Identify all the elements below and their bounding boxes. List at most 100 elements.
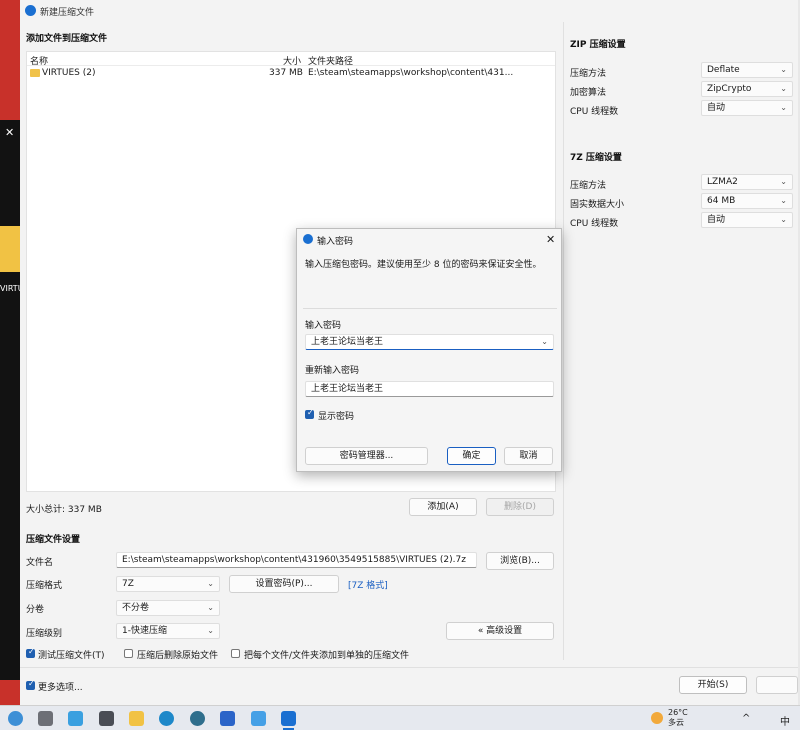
zip-threads-value: 自动 <box>707 103 726 113</box>
app-icon[interactable] <box>190 711 205 726</box>
chevron-down-icon: ⌄ <box>780 215 787 224</box>
test-archive-checkbox[interactable] <box>26 647 35 658</box>
sevenz-method-label: 压缩方法 <box>570 181 607 191</box>
cancel-button-main[interactable] <box>756 676 798 694</box>
widgets-icon[interactable] <box>8 711 23 726</box>
show-password-label: 显示密码 <box>318 412 355 422</box>
level-value: 1-快速压缩 <box>122 626 167 636</box>
sevenz-method-value: LZMA2 <box>707 177 738 187</box>
remove-button[interactable]: 删除(D) <box>486 498 554 516</box>
sevenz-solid-select[interactable]: 64 MB ⌄ <box>701 193 793 209</box>
cancel-button[interactable]: 取消 <box>504 447 553 465</box>
repeat-password-input[interactable]: 上老王论坛当老王 <box>305 381 554 397</box>
browse-button[interactable]: 浏览(B)... <box>486 552 554 570</box>
level-label: 压缩级别 <box>26 629 63 639</box>
set-password-button[interactable]: 设置密码(P)... <box>229 575 339 593</box>
ok-button[interactable]: 确定 <box>447 447 496 465</box>
title-bar: 新建压缩文件 <box>20 0 798 22</box>
format-select[interactable]: 7Z ⌄ <box>116 576 220 592</box>
repeat-password-label: 重新输入密码 <box>305 366 360 376</box>
folder-icon <box>30 69 40 77</box>
close-icon: ✕ <box>5 126 15 139</box>
app-icon[interactable] <box>68 711 83 726</box>
file-size: 337 MB <box>269 68 303 78</box>
close-icon[interactable]: ✕ <box>546 233 555 246</box>
keyboard-icon[interactable] <box>38 711 53 726</box>
app-logo-icon <box>25 5 36 16</box>
sevenz-method-select[interactable]: LZMA2 ⌄ <box>701 174 793 190</box>
weather-condition: 多云 <box>668 718 684 727</box>
file-section-title: 添加文件到压缩文件 <box>26 34 108 44</box>
file-path: E:\steam\steamapps\workshop\content\431.… <box>308 68 514 78</box>
separate-archives-checkbox[interactable] <box>231 649 240 658</box>
password-input[interactable]: 上老王论坛当老王 ⌄ <box>305 334 554 350</box>
delete-after-checkbox[interactable] <box>124 649 133 658</box>
zip-method-label: 压缩方法 <box>570 69 607 79</box>
format-link[interactable]: [7Z 格式] <box>348 578 388 591</box>
sevenz-solid-value: 64 MB <box>707 196 736 206</box>
file-list-header: 名称 大小 文件夹路径 <box>27 52 555 67</box>
zip-method-value: Deflate <box>707 65 740 75</box>
show-password-checkbox[interactable] <box>305 408 314 419</box>
tray-chevron-icon[interactable]: ^ <box>742 713 750 724</box>
format-value: 7Z <box>122 579 134 589</box>
chevron-down-icon: ⌄ <box>207 579 214 588</box>
sevenz-threads-label: CPU 线程数 <box>570 219 619 229</box>
weather-icon <box>651 712 663 724</box>
chevron-down-icon: ⌄ <box>780 103 787 112</box>
split-select[interactable]: 不分卷 ⌄ <box>116 600 220 616</box>
more-options-label: 更多选项... <box>38 683 83 693</box>
separate-archives-label: 把每个文件/文件夹添加到单独的压缩文件 <box>244 651 410 661</box>
file-explorer-icon[interactable] <box>129 711 144 726</box>
edge-icon[interactable] <box>159 711 174 726</box>
window-title: 新建压缩文件 <box>40 8 95 18</box>
zip-encrypt-select[interactable]: ZipCrypto ⌄ <box>701 81 793 97</box>
footer-divider <box>20 667 798 668</box>
delete-after-label: 压缩后删除原始文件 <box>137 651 219 661</box>
desktop-folder-icon[interactable] <box>0 226 20 272</box>
settings-title: 压缩文件设置 <box>26 535 81 545</box>
chevron-down-icon: ⌄ <box>207 626 214 635</box>
format-label: 压缩格式 <box>26 581 63 591</box>
compressor-taskbar-icon[interactable] <box>281 711 296 726</box>
zip-settings-title: ZIP 压缩设置 <box>570 40 626 50</box>
filename-input[interactable]: E:\steam\steamapps\workshop\content\4319… <box>116 552 477 568</box>
dialog-divider <box>303 308 557 309</box>
ime-indicator[interactable]: 中 <box>780 713 790 728</box>
dialog-title: 输入密码 <box>317 237 354 247</box>
desktop-panel <box>0 120 20 680</box>
password-manager-button[interactable]: 密码管理器... <box>305 447 428 465</box>
zip-encrypt-label: 加密算法 <box>570 88 607 98</box>
sevenz-settings-title: 7Z 压缩设置 <box>570 153 622 163</box>
dialog-logo-icon <box>303 234 313 244</box>
zip-threads-select[interactable]: 自动 ⌄ <box>701 100 793 116</box>
chevron-down-icon: ⌄ <box>207 603 214 612</box>
password-label: 输入密码 <box>305 321 342 331</box>
total-size: 大小总计: 337 MB <box>26 505 102 515</box>
sevenz-threads-select[interactable]: 自动 ⌄ <box>701 212 793 228</box>
chevron-down-icon[interactable]: ⌄ <box>541 337 548 347</box>
chevron-down-icon: ⌄ <box>780 84 787 93</box>
start-button[interactable]: 开始(S) <box>679 676 747 694</box>
chevron-down-icon: ⌄ <box>780 177 787 186</box>
zip-encrypt-value: ZipCrypto <box>707 84 752 94</box>
taskbar: 26°C 多云 ^ 中 <box>0 705 800 730</box>
file-list-row[interactable]: VIRTUES (2) 337 MB E:\steam\steamapps\wo… <box>27 66 555 80</box>
chevron-down-icon: ⌄ <box>780 196 787 205</box>
add-button[interactable]: 添加(A) <box>409 498 477 516</box>
password-dialog: 输入密码 ✕ 输入压缩包密码。建议使用至少 8 位的密码来保证安全性。 输入密码… <box>296 228 562 472</box>
desktop-background: ✕ VIRTU <box>0 0 24 705</box>
right-pane: ZIP 压缩设置 压缩方法 Deflate ⌄ 加密算法 ZipCrypto ⌄… <box>563 22 798 660</box>
split-label: 分卷 <box>26 605 45 615</box>
password-value: 上老王论坛当老王 <box>311 337 384 347</box>
more-options-checkbox[interactable] <box>26 679 35 690</box>
advanced-settings-button[interactable]: « 高级设置 <box>446 622 554 640</box>
temperature: 26°C <box>668 708 688 717</box>
split-value: 不分卷 <box>122 603 150 613</box>
weather-widget[interactable]: 26°C 多云 <box>668 708 688 728</box>
zip-method-select[interactable]: Deflate ⌄ <box>701 62 793 78</box>
app-icon[interactable] <box>220 711 235 726</box>
level-select[interactable]: 1-快速压缩 ⌄ <box>116 623 220 639</box>
app-icon[interactable] <box>99 711 114 726</box>
app-icon[interactable] <box>251 711 266 726</box>
